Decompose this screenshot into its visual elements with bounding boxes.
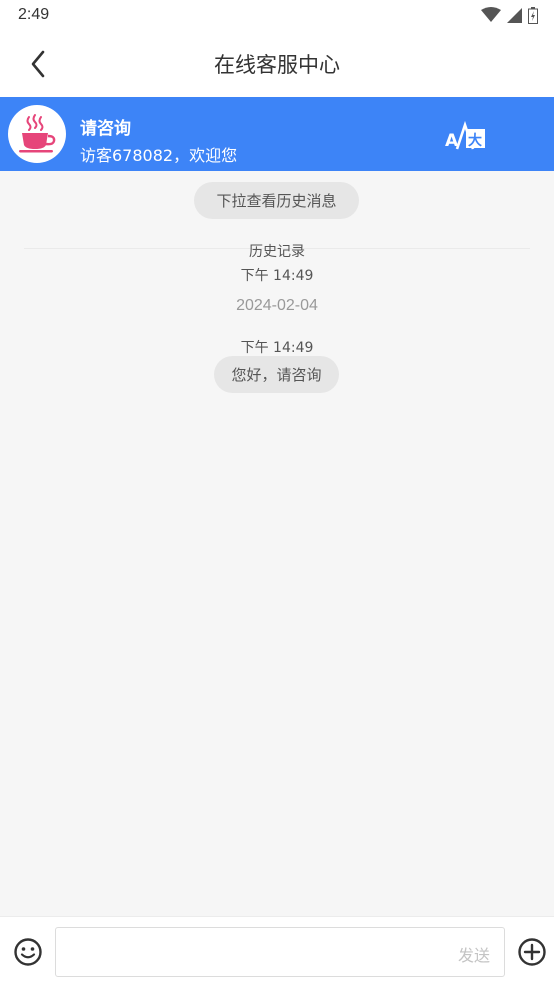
message-bubble: 您好，请咨询 <box>214 356 339 393</box>
status-icons <box>481 6 538 24</box>
history-label: 历史记录 <box>249 244 305 260</box>
translate-icon: A 大 <box>445 120 485 151</box>
page-title: 在线客服中心 <box>214 53 340 77</box>
message-input[interactable]: 发送 <box>55 927 505 977</box>
signal-icon <box>507 7 522 23</box>
send-button[interactable]: 发送 <box>458 942 490 966</box>
message-timestamp: 下午 14:49 <box>240 340 314 356</box>
status-time: 2:49 <box>18 6 50 23</box>
wifi-icon <box>481 7 501 22</box>
message-timestamp: 下午 14:49 <box>240 268 314 284</box>
date-separator: 2024-02-04 <box>236 297 318 314</box>
agent-name: 请咨询 <box>80 119 131 139</box>
more-button[interactable] <box>517 937 547 967</box>
agent-bar: 请咨询 访客678082，欢迎您 A 大 <box>0 97 554 171</box>
emoji-button[interactable] <box>13 937 43 967</box>
battery-icon <box>528 6 538 24</box>
svg-text:大: 大 <box>468 132 482 149</box>
coffee-cup-icon <box>19 114 56 153</box>
agent-greeting: 访客678082，欢迎您 <box>80 146 238 165</box>
input-bar: 发送 <box>0 916 554 985</box>
translate-button[interactable]: A 大 <box>444 120 488 151</box>
avatar <box>8 105 66 163</box>
emoji-icon <box>14 938 42 966</box>
status-bar: 2:49 <box>0 0 554 30</box>
plus-circle-icon <box>518 938 546 966</box>
app-header: 在线客服中心 <box>0 30 554 97</box>
chat-area[interactable]: 下拉查看历史消息 历史记录 下午 14:49 2024-02-04 下午 14:… <box>0 171 554 916</box>
load-history-button[interactable]: 下拉查看历史消息 <box>194 182 359 219</box>
